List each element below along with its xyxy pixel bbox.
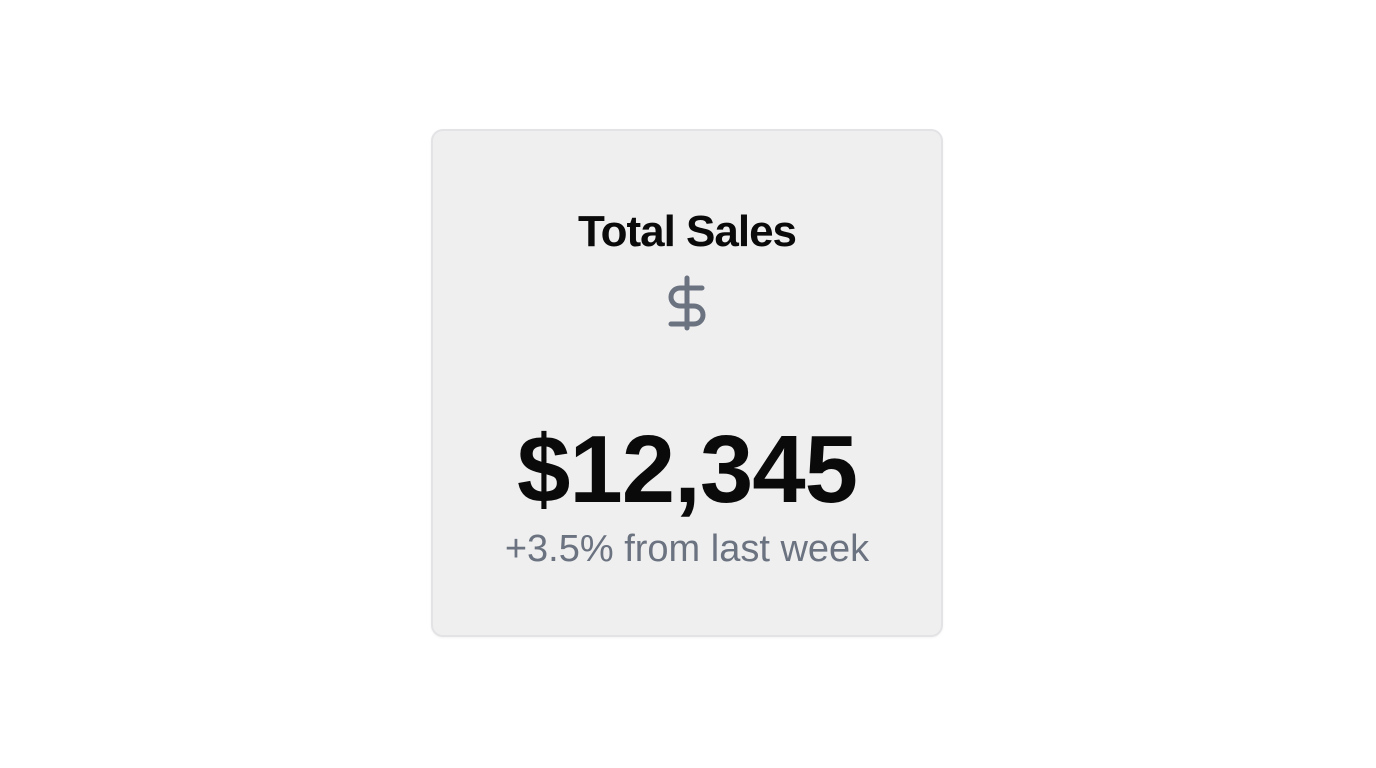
card-title: Total Sales (577, 207, 797, 256)
total-sales-card: Total Sales $12,345 +3.5% from last week (431, 129, 943, 637)
dollar-sign-icon (665, 275, 709, 331)
sales-value: $12,345 (516, 416, 858, 523)
change-indicator: +3.5% from last week (504, 528, 870, 570)
